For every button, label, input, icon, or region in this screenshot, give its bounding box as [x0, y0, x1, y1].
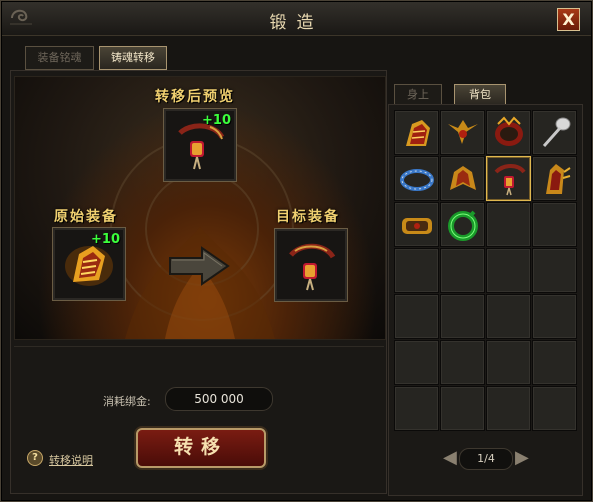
inventory-slot-empty[interactable]	[532, 202, 577, 247]
inventory-slot-empty[interactable]	[532, 340, 577, 385]
title-bar[interactable]: 锻造 X	[2, 2, 591, 36]
prev-page-icon[interactable]: ◀	[443, 446, 457, 470]
source-enhance-level: +10	[91, 232, 120, 247]
inventory-slot-belt-red-pendant[interactable]	[486, 156, 531, 201]
next-page-icon[interactable]: ▶	[515, 446, 529, 470]
page-indicator: 1/4	[459, 448, 513, 470]
inventory-slot-empty[interactable]	[486, 386, 531, 431]
inventory-slot-bracer-red-gold[interactable]	[486, 110, 531, 155]
inventory-slot-empty[interactable]	[532, 386, 577, 431]
inventory-slot-empty[interactable]	[532, 294, 577, 339]
preview-enhance-level: +10	[202, 113, 231, 128]
transfer-arrow-icon	[168, 246, 230, 290]
inventory-slot-empty[interactable]	[394, 340, 439, 385]
belt-red-pendant-icon	[289, 243, 336, 291]
inventory-slot-winged-helm-gold[interactable]	[440, 110, 485, 155]
tab-soul-transfer[interactable]: 铸魂转移	[99, 46, 167, 70]
target-slot[interactable]	[274, 228, 348, 302]
transfer-help-link[interactable]: 转移说明	[49, 452, 93, 468]
close-button[interactable]: X	[557, 8, 580, 31]
inventory-slot-empty[interactable]	[440, 340, 485, 385]
inventory-slot-ladle-silver[interactable]	[532, 110, 577, 155]
inventory-slot-empty[interactable]	[394, 248, 439, 293]
target-label: 目标装备	[276, 209, 340, 225]
source-slot[interactable]: +10	[52, 227, 126, 301]
inventory-slot-empty[interactable]	[532, 248, 577, 293]
inventory-slot-bracelet-blue[interactable]	[394, 156, 439, 201]
source-label: 原始装备	[54, 209, 118, 225]
tab-equipped[interactable]: 身上	[394, 84, 442, 106]
transfer-button[interactable]: 转移	[136, 428, 266, 468]
preview-slot[interactable]: +10	[163, 108, 237, 182]
inventory-slot-empty[interactable]	[486, 248, 531, 293]
cost-value: 500 000	[165, 387, 273, 411]
inventory-slot-bracer-dark-gold[interactable]	[394, 202, 439, 247]
inventory-slot-spiked-gauntlet-gold[interactable]	[532, 156, 577, 201]
inventory-slot-empty[interactable]	[440, 386, 485, 431]
inventory-slot-empty[interactable]	[394, 294, 439, 339]
help-icon[interactable]: ?	[27, 450, 43, 466]
tab-soul-inlay[interactable]: 装备铭魂	[25, 46, 94, 70]
inventory-slot-empty[interactable]	[486, 340, 531, 385]
preview-label: 转移后预览	[155, 89, 235, 105]
inventory-slot-empty[interactable]	[394, 386, 439, 431]
inventory-slot-empty[interactable]	[440, 294, 485, 339]
cost-label: 消耗绑金:	[103, 395, 151, 408]
inventory-slot-ring-green-jade[interactable]	[440, 202, 485, 247]
inventory-slot-empty[interactable]	[440, 248, 485, 293]
inventory-slot-empty[interactable]	[486, 294, 531, 339]
tab-bag[interactable]: 背包	[454, 84, 506, 106]
inventory-slot-empty[interactable]	[486, 202, 531, 247]
inventory-slot-pauldron-gold[interactable]	[440, 156, 485, 201]
divider	[14, 346, 384, 347]
inventory-slot-gauntlet-gold-red[interactable]	[394, 110, 439, 155]
window-title: 锻造	[269, 13, 324, 33]
